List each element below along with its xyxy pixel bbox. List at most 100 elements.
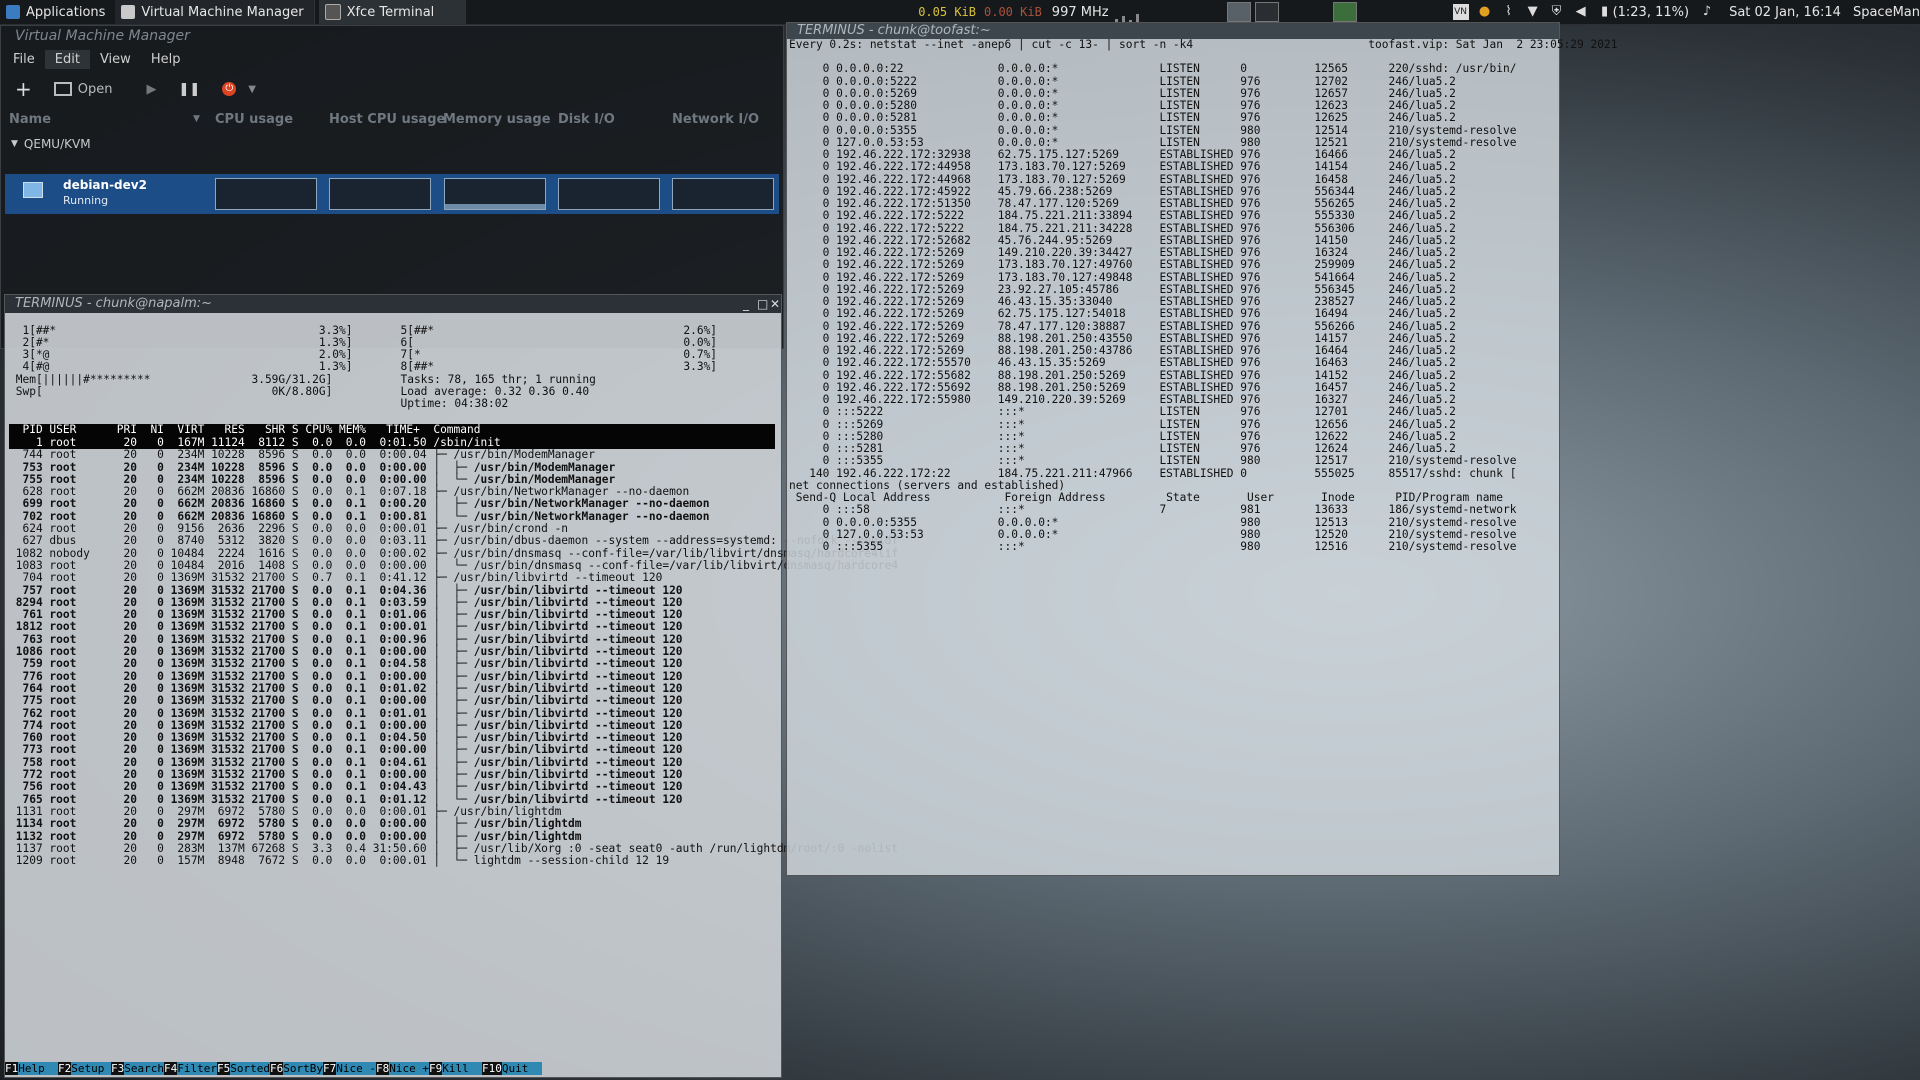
col-disk[interactable]: Disk I/O <box>558 112 615 127</box>
open-label: Open <box>77 81 113 97</box>
netstat-line: 0 :::58 :::* 7 981 13633 186/systemd-net… <box>789 503 1517 517</box>
workspace-1[interactable] <box>1226 2 1251 22</box>
wifi-icon[interactable]: ▼ <box>1525 4 1541 20</box>
fkey-label[interactable]: Quit <box>501 1062 542 1075</box>
applications-menu[interactable]: Applications <box>0 0 111 24</box>
clip-icon[interactable]: ⌇ <box>1501 4 1517 20</box>
open-button[interactable]: Open <box>53 81 113 97</box>
process-row[interactable]: 1132 root 20 0 297M 6972 5780 S 0.0 0.0 … <box>9 830 775 843</box>
fkey-2[interactable]: F2 <box>58 1062 72 1075</box>
fkey-9[interactable]: F9 <box>429 1062 443 1075</box>
fkey-6[interactable]: F6 <box>270 1062 284 1075</box>
monitor-icon <box>53 82 72 96</box>
task-virt-manager[interactable]: Virtual Machine Manager <box>115 0 315 24</box>
process-row[interactable]: 1209 root 20 0 157M 8948 7672 S 0.0 0.0 … <box>9 854 775 867</box>
process-row[interactable]: 756 root 20 0 1369M 31532 21700 S 0.0 0.… <box>9 781 775 794</box>
shutdown-menu-button[interactable]: ▼ <box>248 84 256 95</box>
fkey-label[interactable]: Nice + <box>389 1062 429 1075</box>
applications-label: Applications <box>26 4 106 20</box>
col-cpu[interactable]: CPU usage <box>215 112 293 127</box>
fkey-1[interactable]: F1 <box>5 1062 19 1075</box>
fkey-label[interactable]: Sorted <box>230 1062 270 1075</box>
fkey-label[interactable]: Filter <box>177 1062 217 1075</box>
netstat-screen[interactable]: Every 0.2s: netstat --inet -anep6 | cut … <box>787 38 1617 553</box>
vpn-icon[interactable]: VN <box>1452 4 1469 20</box>
run-button[interactable]: ▶ <box>147 82 157 97</box>
fkey-label[interactable]: Help <box>18 1062 58 1075</box>
connection-group[interactable]: ▼ QEMU/KVM <box>1 134 783 154</box>
group-label: QEMU/KVM <box>23 137 91 151</box>
function-key-bar: F1Help F2Setup F3SearchF4FilterF5SortedF… <box>5 1062 777 1076</box>
col-host-cpu[interactable]: Host CPU usage <box>329 112 445 127</box>
workspace-3[interactable] <box>1332 2 1357 22</box>
process-row[interactable]: 775 root 20 0 1369M 31532 21700 S 0.0 0.… <box>9 694 775 707</box>
pause-button[interactable]: ❚❚ <box>179 82 201 97</box>
notification-bell-icon[interactable]: ♪ <box>1699 4 1715 20</box>
col-name[interactable]: Name <box>9 112 51 127</box>
process-row[interactable]: 699 root 20 0 662M 20836 16860 S 0.0 0.1… <box>9 498 775 511</box>
process-row[interactable]: 773 root 20 0 1369M 31532 21700 S 0.0 0.… <box>9 744 775 757</box>
toolbar: + Open ▶ ❚❚ ⏻ ▼ <box>1 72 783 106</box>
process-list: 1 root 20 0 167M 11124 8112 S 0.0 0.0 0:… <box>9 436 898 867</box>
netstat-line: 0 192.46.222.172:5222 184.75.221.211:338… <box>789 209 1456 223</box>
fkey-label[interactable]: Setup <box>71 1062 111 1075</box>
htop-terminal-window: TERMINUS - chunk@napalm:~ _ □ ✕ 1[##* 3.… <box>4 294 898 1078</box>
process-row[interactable]: 744 root 20 0 234M 10228 8596 S 0.0 0.0 … <box>9 448 775 461</box>
vm-state: Running <box>63 194 109 207</box>
col-memory[interactable]: Memory usage <box>443 112 551 127</box>
fkey-7[interactable]: F7 <box>323 1062 337 1075</box>
menu-file[interactable]: File <box>1 50 45 69</box>
maximize-icon[interactable]: □ <box>757 295 768 313</box>
fkey-3[interactable]: F3 <box>111 1062 125 1075</box>
fkey-4[interactable]: F4 <box>164 1062 178 1075</box>
close-icon[interactable]: ✕ <box>770 295 780 313</box>
col-network[interactable]: Network I/O <box>672 112 759 127</box>
window-title: Virtual Machine Manager <box>15 28 190 44</box>
column-header: Name ▼ CPU usage Host CPU usage Memory u… <box>1 106 783 134</box>
shutdown-button[interactable]: ⏻ <box>222 82 237 96</box>
process-row[interactable]: 627 dbus 20 0 8740 5312 3820 S 0.0 0.0 0… <box>9 535 898 548</box>
htop-screen[interactable]: 1[##* 3.3%] 2[#* 1.3%] 3[*@ 2.0%] 4[#@ 1… <box>5 313 898 1077</box>
battery-icon[interactable]: ▮ <box>1597 4 1613 20</box>
task-terminal[interactable]: Xfce Terminal <box>318 0 466 24</box>
chevron-down-icon: ▼ <box>248 83 256 95</box>
network-io-graph <box>672 178 774 210</box>
netstat-line: 0 0.0.0.0:5355 0.0.0.0:* LISTEN 980 1251… <box>789 123 1517 137</box>
process-row[interactable]: 762 root 20 0 1369M 31532 21700 S 0.0 0.… <box>9 707 775 720</box>
fkey-8[interactable]: F8 <box>376 1062 390 1075</box>
fkey-label[interactable]: Kill <box>442 1062 482 1075</box>
task-label: Virtual Machine Manager <box>141 4 304 20</box>
process-row[interactable]: 757 root 20 0 1369M 31532 21700 S 0.0 0.… <box>9 584 775 597</box>
volume-icon[interactable]: ◀ <box>1573 4 1589 20</box>
fkey-10[interactable]: F10 <box>482 1062 502 1075</box>
process-row[interactable]: 759 root 20 0 1369M 31532 21700 S 0.0 0.… <box>9 658 775 671</box>
user-icon[interactable]: ● <box>1477 4 1493 20</box>
fkey-label[interactable]: Search <box>124 1062 164 1075</box>
fkey-label[interactable]: Nice - <box>336 1062 376 1075</box>
new-vm-button[interactable]: + <box>15 77 32 101</box>
process-row[interactable]: 1812 root 20 0 1369M 31532 21700 S 0.0 0… <box>9 621 775 634</box>
fkey-label[interactable]: SortBy <box>283 1062 323 1075</box>
netstat-line: 0 :::5355 :::* 980 12516 210/systemd-res… <box>789 540 1517 553</box>
process-row[interactable]: 704 root 20 0 1369M 31532 21700 S 0.7 0.… <box>9 571 775 584</box>
workspace-2[interactable] <box>1254 2 1279 22</box>
menu-edit[interactable]: Edit <box>44 49 90 69</box>
shield-icon[interactable]: ⛨ <box>1549 4 1565 20</box>
vm-name: debian-dev2 <box>63 178 147 192</box>
fkey-5[interactable]: F5 <box>217 1062 231 1075</box>
netstat-line: 0 :::5355 :::* LISTEN 980 12517 210/syst… <box>789 454 1517 468</box>
window-title: TERMINUS - chunk@napalm:~ <box>15 296 213 311</box>
user-name[interactable]: SpaceMan <box>1847 0 1920 24</box>
disk-io-graph <box>558 178 660 210</box>
netstat-line: 0 0.0.0.0:5281 0.0.0.0:* LISTEN 976 1262… <box>789 111 1456 125</box>
menu-view[interactable]: View <box>90 50 141 69</box>
menu-help[interactable]: Help <box>141 50 191 69</box>
minimize-icon[interactable]: _ <box>743 295 749 313</box>
vm-row[interactable]: debian-dev2 Running <box>5 174 779 214</box>
netstat-line: 0 192.46.222.172:5269 173.183.70.127:498… <box>789 270 1456 284</box>
net-up-readout: 0.00 KiB <box>984 5 1042 19</box>
clock[interactable]: Sat 02 Jan, 16:14 <box>1719 0 1847 24</box>
process-row[interactable]: 1134 root 20 0 297M 6972 5780 S 0.0 0.0 … <box>9 817 775 830</box>
uptime: Uptime: 04:38:02 <box>387 397 509 410</box>
netstat-line: 0 :::5269 :::* LISTEN 976 12656 246/lua5… <box>789 417 1456 431</box>
